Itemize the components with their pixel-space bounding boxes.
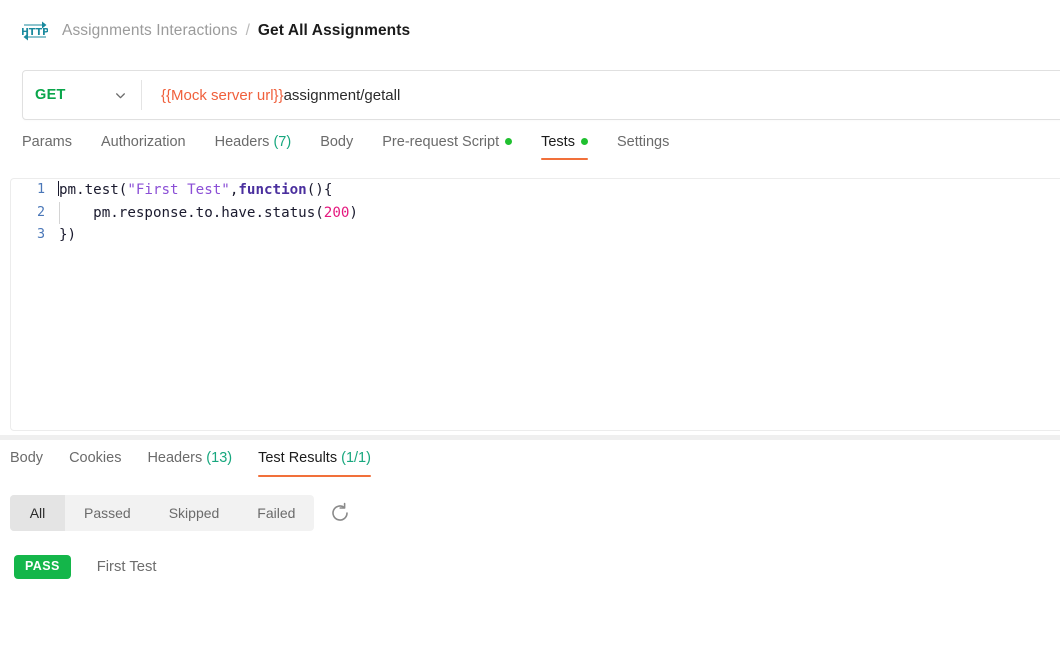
response-tab-headers-count: (13)	[206, 450, 232, 466]
request-tabs: Params Authorization Headers (7) Body Pr…	[22, 134, 698, 160]
response-tab-cookies-label: Cookies	[69, 450, 121, 466]
tab-params[interactable]: Params	[22, 134, 72, 160]
code-content[interactable]: })	[59, 224, 76, 247]
code-token: pm.test(	[59, 182, 127, 198]
filter-skipped[interactable]: Skipped	[150, 495, 239, 531]
breadcrumb-parent[interactable]: Assignments Interactions	[62, 22, 238, 40]
tab-authorization-label: Authorization	[101, 134, 186, 150]
indent-guide	[59, 202, 60, 225]
tab-settings-label: Settings	[617, 134, 669, 150]
tab-params-label: Params	[22, 134, 72, 150]
test-result-filters: All Passed Skipped Failed	[10, 495, 351, 531]
chevron-down-icon	[114, 89, 127, 102]
http-method-selector[interactable]: GET	[23, 71, 141, 119]
response-tab-body-label: Body	[10, 450, 43, 466]
status-badge: PASS	[14, 555, 71, 579]
tab-body-label: Body	[320, 134, 353, 150]
svg-text:HTTP: HTTP	[22, 27, 48, 38]
code-content[interactable]: pm.response.to.have.status(200)	[59, 202, 358, 225]
code-line: 3 })	[11, 224, 1060, 247]
response-tab-headers[interactable]: Headers (13)	[147, 450, 232, 477]
code-token: (){	[307, 182, 333, 198]
response-tab-test-results[interactable]: Test Results (1/1)	[258, 450, 371, 477]
url-bar: GET {{Mock server url}}assignment/getall	[22, 70, 1060, 120]
code-token-number: 200	[324, 205, 350, 221]
tab-headers[interactable]: Headers (7)	[215, 134, 292, 160]
url-path: assignment/getall	[284, 87, 401, 104]
code-content[interactable]: pm.test("First Test",function(){	[59, 179, 332, 202]
url-input[interactable]: {{Mock server url}}assignment/getall	[142, 87, 400, 104]
filter-passed[interactable]: Passed	[65, 495, 150, 531]
code-token-string: "First Test"	[127, 182, 230, 198]
line-number: 1	[11, 179, 59, 202]
test-result-row[interactable]: PASS First Test	[14, 555, 156, 579]
unsaved-dot-icon	[505, 138, 512, 145]
line-number: 3	[11, 224, 59, 247]
tab-pre-request-script-label: Pre-request Script	[382, 134, 499, 150]
code-token-keyword: function	[238, 182, 306, 198]
response-tab-test-results-label: Test Results	[258, 450, 337, 466]
tab-headers-label: Headers	[215, 134, 270, 150]
tab-body[interactable]: Body	[320, 134, 353, 160]
code-token: })	[59, 227, 76, 243]
code-line: 2 pm.response.to.have.status(200)	[11, 202, 1060, 225]
tab-headers-count: (7)	[273, 134, 291, 150]
breadcrumb-separator: /	[246, 22, 250, 40]
http-method-label: GET	[35, 87, 66, 103]
unsaved-dot-icon	[581, 138, 588, 145]
breadcrumb: HTTP Assignments Interactions / Get All …	[0, 0, 1060, 62]
http-protocol-icon: HTTP	[22, 18, 48, 44]
line-number: 2	[11, 202, 59, 225]
refresh-icon[interactable]	[329, 502, 351, 524]
response-tab-test-results-count: (1/1)	[341, 450, 371, 466]
filter-segmented-control: All Passed Skipped Failed	[10, 495, 314, 531]
filter-all[interactable]: All	[10, 495, 65, 531]
code-token: )	[349, 205, 358, 221]
response-tab-cookies[interactable]: Cookies	[69, 450, 121, 477]
url-bar-box: GET {{Mock server url}}assignment/getall	[22, 70, 1060, 120]
tab-tests[interactable]: Tests	[541, 134, 588, 160]
url-variable: {{Mock server url}}	[161, 87, 284, 104]
pane-split-divider[interactable]	[0, 435, 1060, 440]
tab-authorization[interactable]: Authorization	[101, 134, 186, 160]
code-line: 1 pm.test("First Test",function(){	[11, 179, 1060, 202]
tests-script-editor[interactable]: 1 pm.test("First Test",function(){ 2 pm.…	[10, 178, 1060, 431]
tab-pre-request-script[interactable]: Pre-request Script	[382, 134, 512, 160]
tab-settings[interactable]: Settings	[617, 134, 669, 160]
response-tabs: Body Cookies Headers (13) Test Results (…	[10, 450, 397, 477]
filter-failed[interactable]: Failed	[238, 495, 314, 531]
test-result-name: First Test	[97, 559, 157, 575]
response-tab-body[interactable]: Body	[10, 450, 43, 477]
tab-tests-label: Tests	[541, 134, 575, 150]
breadcrumb-current[interactable]: Get All Assignments	[258, 22, 410, 40]
response-tab-headers-label: Headers	[147, 450, 202, 466]
code-token: pm.response.to.have.status(	[59, 205, 324, 221]
